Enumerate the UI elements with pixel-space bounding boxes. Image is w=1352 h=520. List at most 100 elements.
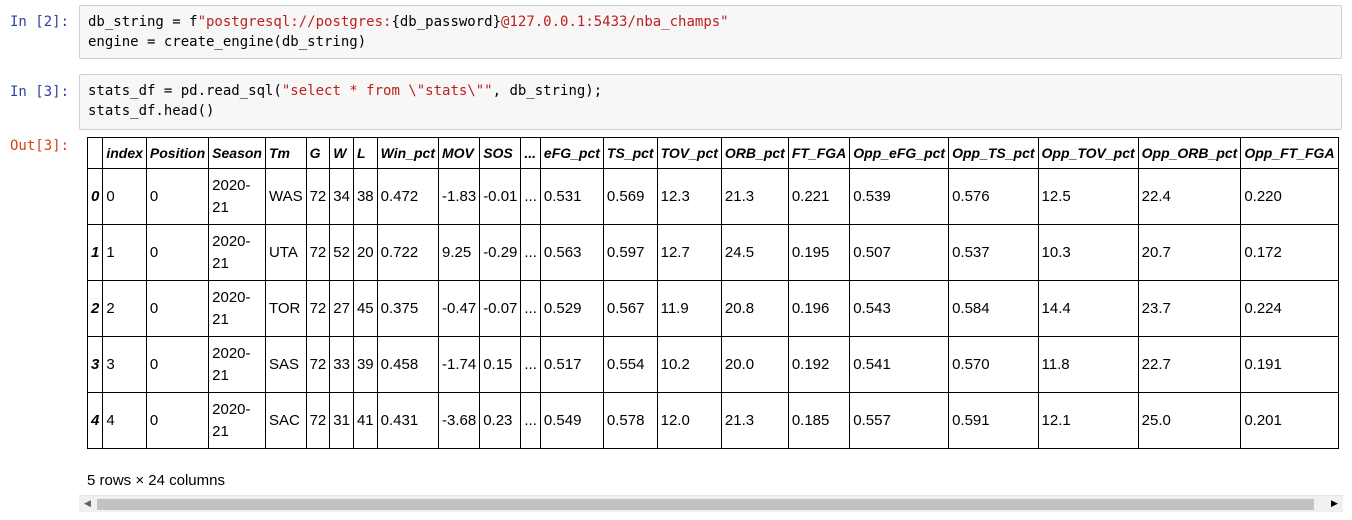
table-cell: 0.591 [948, 392, 1039, 449]
table-cell: 72 [305, 168, 331, 225]
table-cell: 24.5 [720, 224, 789, 281]
column-header: Position [145, 137, 210, 169]
column-header: eFG_pct [539, 137, 604, 169]
column-header: ORB_pct [720, 137, 789, 169]
table-cell: 23.7 [1137, 280, 1242, 337]
code-token: stats_df = pd.read_sql( [88, 83, 282, 99]
code-cell-2[interactable]: db_string = f"postgresql://postgres:{db_… [79, 5, 1342, 59]
table-cell: 0.15 [479, 336, 522, 393]
table-cell: 12.1 [1037, 392, 1139, 449]
scroll-right-arrow-icon[interactable]: ▶ [1326, 496, 1343, 513]
table-cell: 41 [352, 392, 378, 449]
column-header [87, 137, 104, 169]
table-cell: 52 [329, 224, 354, 281]
table-cell: 0.185 [787, 392, 851, 449]
table-row: 3 3 0 2020-21 SAS 72 33 39 0.458 -1.74 0.15... 0.51… [87, 336, 1339, 393]
column-header: Opp_ORB_pct [1137, 137, 1242, 169]
table-cell: 0.375 [376, 280, 439, 337]
table-cell: 20.0 [720, 336, 789, 393]
table-cell: 10.3 [1037, 224, 1139, 281]
table-cell: 0.576 [948, 168, 1039, 225]
table-cell: -1.83 [437, 168, 481, 225]
table-cell: 0.517 [539, 336, 604, 393]
table-cell: 0.570 [948, 336, 1039, 393]
table-cell: 0.549 [539, 392, 604, 449]
column-header: TOV_pct [656, 137, 722, 169]
column-header: G [305, 137, 331, 169]
table-cell: 1 [102, 224, 147, 281]
table-cell: 0.554 [602, 336, 658, 393]
table-cell: 0.192 [787, 336, 851, 393]
table-cell: 0.172 [1240, 224, 1339, 281]
table-cell: 0.221 [787, 168, 851, 225]
table-cell: 0 [145, 280, 210, 337]
column-header: ... [520, 137, 541, 169]
table-cell: 0.201 [1240, 392, 1339, 449]
table-cell: -0.07 [479, 280, 522, 337]
code-cell-3[interactable]: stats_df = pd.read_sql("select * from \"… [79, 74, 1342, 130]
table-cell: 3 [102, 336, 147, 393]
column-header: Opp_TS_pct [948, 137, 1039, 169]
table-cell: 27 [329, 280, 354, 337]
table-cell: 72 [305, 280, 331, 337]
cell-prompt-in-2: In [2]: [10, 14, 70, 30]
table-cell: 31 [329, 392, 354, 449]
column-header: FT_FGA [787, 137, 851, 169]
column-header: Opp_TOV_pct [1037, 137, 1139, 169]
table-cell: 0.507 [849, 224, 950, 281]
table-cell: 21.3 [720, 392, 789, 449]
table-cell: 2020-21 [208, 392, 266, 449]
table-cell: 0 [102, 168, 147, 225]
scroll-left-arrow-icon[interactable]: ◀ [79, 496, 96, 513]
column-header: Tm [264, 137, 307, 169]
code-token: engine = create_engine(db_string) [88, 34, 367, 50]
table-cell: -0.01 [479, 168, 522, 225]
table-cell: -3.68 [437, 392, 481, 449]
code-line: db_string = f"postgresql://postgres:{db_… [88, 12, 1333, 32]
table-cell: 2020-21 [208, 280, 266, 337]
table-row: 1 1 0 2020-21 UTA 72 52 20 0.722 9.25 -0.29... 0.56… [87, 224, 1339, 281]
table-cell: 2020-21 [208, 224, 266, 281]
table-row: 4 4 0 2020-21 SAC 72 31 41 0.431 -3.68 0.23... 0.54… [87, 392, 1339, 449]
code-line: stats_df = pd.read_sql("select * from \"… [88, 81, 1333, 101]
table-cell: 0.458 [376, 336, 439, 393]
table-cell: 20 [352, 224, 378, 281]
table-cell: ... [520, 336, 541, 393]
table-cell: 0.472 [376, 168, 439, 225]
column-header: L [352, 137, 378, 169]
code-string-token: "postgresql://postgres: [197, 14, 392, 30]
table-cell: ... [520, 392, 541, 449]
table-cell: 0.431 [376, 392, 439, 449]
code-line: stats_df.head() [88, 101, 1333, 121]
table-cell: 0.584 [948, 280, 1039, 337]
code-string-token: "select * from \"stats\"" [281, 83, 493, 99]
table-cell: SAS [264, 336, 307, 393]
table-cell: 38 [352, 168, 378, 225]
dataframe-shape-summary: 5 rows × 24 columns [87, 472, 225, 489]
table-cell: 21.3 [720, 168, 789, 225]
table-cell: 72 [305, 224, 331, 281]
table-cell: 0 [145, 224, 210, 281]
scrollbar-thumb[interactable] [97, 499, 1314, 510]
table-cell: 0.195 [787, 224, 851, 281]
table-cell: 9.25 [437, 224, 481, 281]
row-index-label: 3 [87, 336, 104, 393]
table-cell: 0.557 [849, 392, 950, 449]
table-cell: 14.4 [1037, 280, 1139, 337]
table-cell: WAS [264, 168, 307, 225]
table-cell: 0.541 [849, 336, 950, 393]
table-cell: 2 [102, 280, 147, 337]
table-cell: 0.569 [602, 168, 658, 225]
column-header: SOS [479, 137, 522, 169]
table-cell: 45 [352, 280, 378, 337]
row-index-label: 2 [87, 280, 104, 337]
table-cell: 12.7 [656, 224, 722, 281]
table-cell: ... [520, 168, 541, 225]
column-header: TS_pct [602, 137, 658, 169]
cell-prompt-out-3: Out[3]: [10, 138, 70, 154]
table-cell: 0.224 [1240, 280, 1339, 337]
column-header: Opp_FT_FGA [1240, 137, 1339, 169]
horizontal-scrollbar[interactable]: ◀ ▶ [79, 495, 1343, 512]
table-cell: 12.0 [656, 392, 722, 449]
table-cell: 0.578 [602, 392, 658, 449]
